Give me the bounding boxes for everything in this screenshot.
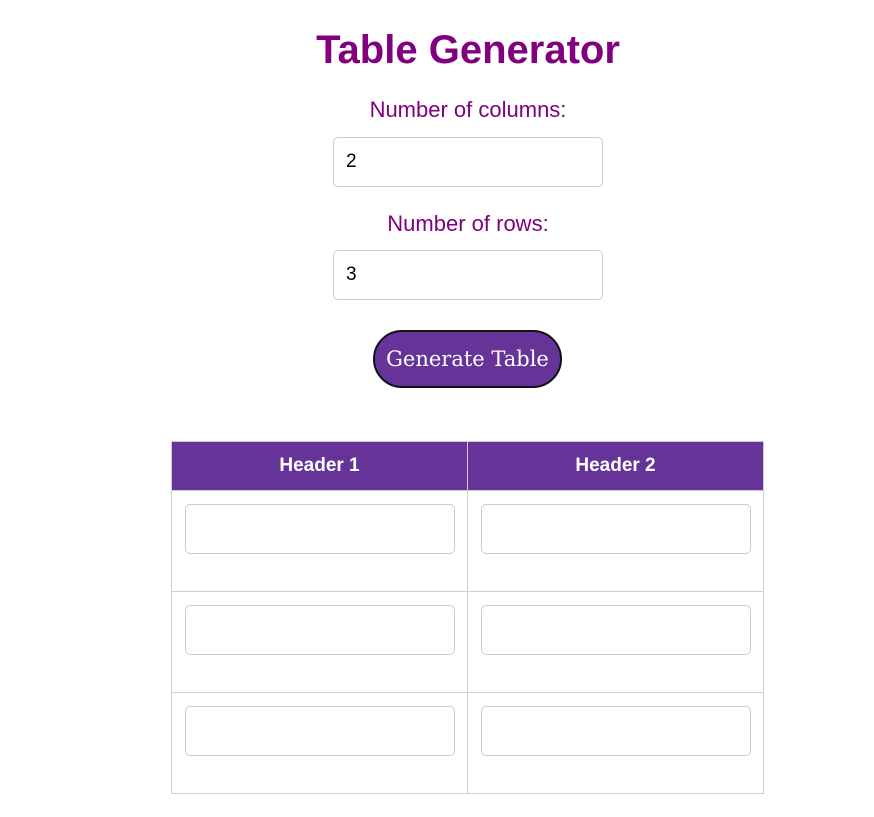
rows-label: Number of rows:	[387, 211, 549, 236]
cell-input[interactable]	[481, 605, 751, 655]
table-row	[171, 692, 764, 794]
cell-input[interactable]	[185, 706, 455, 756]
cell-input[interactable]	[481, 504, 751, 554]
table-row	[171, 490, 764, 592]
table-header-row: Header 1 Header 2	[171, 441, 764, 491]
table-cell	[467, 692, 764, 794]
columns-input[interactable]	[333, 137, 603, 187]
table-cell	[171, 490, 468, 592]
table-row	[171, 591, 764, 693]
table-cell	[171, 591, 468, 693]
table-header-cell: Header 2	[467, 441, 764, 491]
cell-input[interactable]	[185, 605, 455, 655]
table-cell	[171, 692, 468, 794]
page-title: Table Generator	[316, 28, 620, 72]
cell-input[interactable]	[481, 706, 751, 756]
generated-table: Header 1 Header 2	[171, 441, 764, 794]
columns-label: Number of columns:	[369, 97, 567, 122]
cell-input[interactable]	[185, 504, 455, 554]
table-cell	[467, 591, 764, 693]
rows-input[interactable]	[333, 250, 603, 300]
generate-table-button[interactable]: Generate Table	[373, 330, 562, 388]
table-header-cell: Header 1	[171, 441, 468, 491]
table-cell	[467, 490, 764, 592]
